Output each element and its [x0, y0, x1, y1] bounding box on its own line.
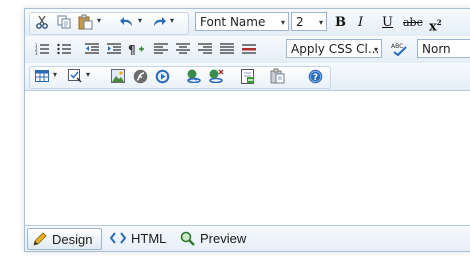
indent-icon[interactable]: [104, 40, 124, 58]
html-mode-label: HTML: [131, 230, 167, 246]
media-manager-icon[interactable]: [152, 67, 172, 85]
unordered-list-icon[interactable]: [54, 40, 74, 58]
cut-icon[interactable]: [32, 13, 52, 31]
superscript-button[interactable]: x2: [429, 12, 442, 37]
paste-icon[interactable]: [76, 13, 96, 31]
rich-text-editor: ▾ ▾ ▾ Font Name ▾ 2 ▾ B I U abc x2 123 ¶…: [24, 8, 470, 252]
pencil-icon: [33, 232, 47, 246]
horizontal-rule-icon[interactable]: [239, 40, 259, 58]
css-class-value: Apply CSS Cl...: [291, 42, 380, 56]
paragraph-icon[interactable]: ¶: [126, 40, 146, 58]
hyperlink-icon[interactable]: [184, 67, 204, 85]
underline-button[interactable]: U: [382, 12, 393, 33]
undo-icon[interactable]: [117, 13, 137, 31]
design-mode-tab[interactable]: Design: [27, 228, 102, 250]
svg-text:ABC: ABC: [391, 43, 403, 50]
table-dropdown-arrow[interactable]: ▾: [53, 70, 57, 79]
italic-button[interactable]: I: [358, 12, 363, 33]
svg-text:?: ?: [312, 73, 317, 83]
insert-form-element-icon[interactable]: [65, 67, 85, 85]
css-class-arrow: ▾: [373, 45, 378, 54]
toolbar-row-1: ▾ ▾ ▾ Font Name ▾ 2 ▾ B I U abc x2: [25, 9, 470, 36]
font-size-arrow: ▾: [318, 18, 323, 27]
magnifier-icon: [180, 231, 195, 246]
code-brackets-icon: [110, 232, 126, 244]
redo-dropdown-arrow[interactable]: ▾: [170, 16, 174, 25]
copy-icon[interactable]: [54, 13, 74, 31]
toolbar-row-2: 123 ¶ Apply CSS Cl... ▾ ABC Norn: [25, 36, 470, 63]
superscript-label: x: [429, 19, 437, 35]
toolbar-row-3: ▾ ▾ ?: [25, 63, 470, 91]
remove-link-icon[interactable]: [206, 67, 226, 85]
design-mode-label: Design: [52, 231, 93, 247]
table-icon[interactable]: [32, 67, 52, 85]
svg-text:¶: ¶: [128, 43, 136, 55]
outdent-icon[interactable]: [82, 40, 102, 58]
preview-mode-label: Preview: [200, 230, 247, 246]
ordered-list-icon[interactable]: 123: [32, 40, 52, 58]
template-manager-icon[interactable]: [238, 67, 258, 85]
paste-dropdown-arrow[interactable]: ▾: [97, 16, 101, 25]
preview-mode-tab[interactable]: Preview: [175, 228, 246, 248]
editor-content-area[interactable]: [25, 91, 470, 225]
justify-icon[interactable]: [217, 40, 237, 58]
align-right-icon[interactable]: [195, 40, 215, 58]
align-left-icon[interactable]: [151, 40, 171, 58]
font-name-arrow: ▾: [280, 18, 285, 27]
bold-button[interactable]: B: [335, 12, 346, 33]
paragraph-style-value: Norn: [422, 42, 451, 56]
paste-options-icon[interactable]: [268, 67, 288, 85]
css-class-select[interactable]: Apply CSS Cl... ▾: [286, 39, 382, 58]
form-element-dropdown-arrow[interactable]: ▾: [86, 70, 90, 79]
font-size-select[interactable]: 2 ▾: [291, 12, 327, 31]
strikethrough-button[interactable]: abc: [403, 12, 423, 33]
svg-text:3: 3: [35, 51, 38, 55]
font-name-select[interactable]: Font Name ▾: [195, 12, 289, 31]
spellcheck-icon[interactable]: ABC: [389, 40, 409, 58]
html-mode-tab[interactable]: HTML: [105, 228, 166, 248]
undo-dropdown-arrow[interactable]: ▾: [138, 16, 142, 25]
flash-manager-icon[interactable]: [130, 67, 150, 85]
editor-mode-bar: Design HTML Preview: [25, 225, 470, 251]
redo-icon[interactable]: [149, 13, 169, 31]
paragraph-style-select[interactable]: Norn: [417, 39, 470, 58]
align-center-icon[interactable]: [173, 40, 193, 58]
font-name-value: Font Name: [200, 15, 266, 29]
font-size-value: 2: [296, 15, 304, 29]
image-manager-icon[interactable]: [108, 67, 128, 85]
help-icon[interactable]: ?: [305, 67, 325, 85]
